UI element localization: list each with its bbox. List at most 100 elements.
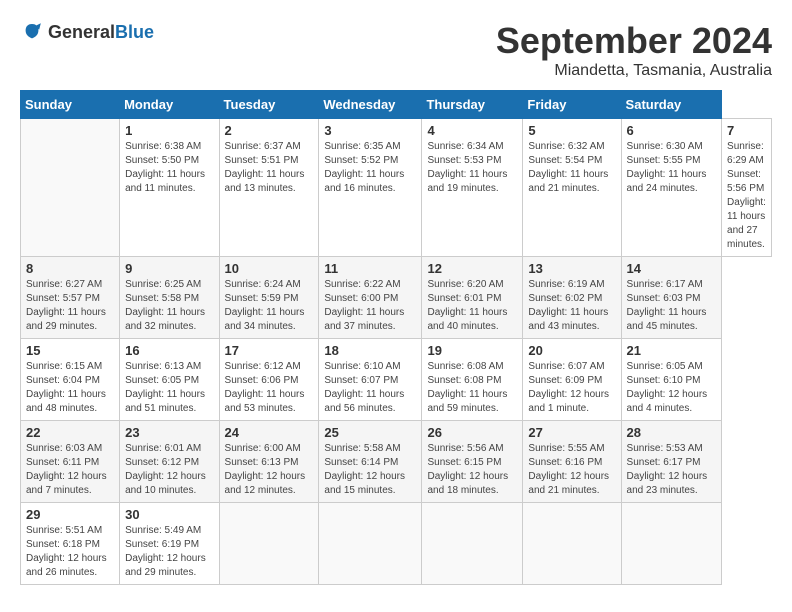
day-number: 2 <box>225 123 314 138</box>
day-info: Sunrise: 6:17 AMSunset: 6:03 PMDaylight:… <box>627 278 716 334</box>
calendar-cell: 2 Sunrise: 6:37 AMSunset: 5:51 PMDaylight… <box>219 119 319 257</box>
day-info: Sunrise: 6:34 AMSunset: 5:53 PMDaylight:… <box>427 140 517 196</box>
day-info: Sunrise: 5:58 AMSunset: 6:14 PMDaylight:… <box>324 442 416 498</box>
day-info: Sunrise: 6:05 AMSunset: 6:10 PMDaylight:… <box>627 360 716 416</box>
calendar-header-row: SundayMondayTuesdayWednesdayThursdayFrid… <box>21 91 772 119</box>
calendar-cell: 6 Sunrise: 6:30 AMSunset: 5:55 PMDaylight… <box>621 119 721 257</box>
calendar-week-row: 22Sunrise: 6:03 AMSunset: 6:11 PMDayligh… <box>21 421 772 503</box>
calendar-cell: 21 Sunrise: 6:05 AMSunset: 6:10 PMDayligh… <box>621 339 721 421</box>
day-info: Sunrise: 6:15 AMSunset: 6:04 PMDaylight:… <box>26 360 114 416</box>
calendar-cell: 17 Sunrise: 6:12 AMSunset: 6:06 PMDayligh… <box>219 339 319 421</box>
title-area: September 2024 Miandetta, Tasmania, Aust… <box>496 20 772 80</box>
day-number: 19 <box>427 343 517 358</box>
calendar-cell: 11Sunrise: 6:22 AMSunset: 6:00 PMDayligh… <box>319 257 422 339</box>
calendar-table: SundayMondayTuesdayWednesdayThursdayFrid… <box>20 90 772 585</box>
day-number: 26 <box>427 425 517 440</box>
calendar-cell: 3 Sunrise: 6:35 AMSunset: 5:52 PMDaylight… <box>319 119 422 257</box>
calendar-cell: 13Sunrise: 6:19 AMSunset: 6:02 PMDayligh… <box>523 257 621 339</box>
calendar-cell: 28 Sunrise: 5:53 AMSunset: 6:17 PMDayligh… <box>621 421 721 503</box>
location-subtitle: Miandetta, Tasmania, Australia <box>496 62 772 80</box>
day-info: Sunrise: 6:30 AMSunset: 5:55 PMDaylight:… <box>627 140 716 196</box>
day-info: Sunrise: 6:20 AMSunset: 6:01 PMDaylight:… <box>427 278 517 334</box>
day-info: Sunrise: 6:25 AMSunset: 5:58 PMDaylight:… <box>125 278 213 334</box>
day-number: 14 <box>627 261 716 276</box>
day-info: Sunrise: 6:32 AMSunset: 5:54 PMDaylight:… <box>528 140 615 196</box>
day-info: Sunrise: 6:35 AMSunset: 5:52 PMDaylight:… <box>324 140 416 196</box>
day-info: Sunrise: 6:37 AMSunset: 5:51 PMDaylight:… <box>225 140 314 196</box>
header-thursday: Thursday <box>422 91 523 119</box>
calendar-week-row: 8 Sunrise: 6:27 AMSunset: 5:57 PMDaylight… <box>21 257 772 339</box>
day-number: 3 <box>324 123 416 138</box>
day-number: 4 <box>427 123 517 138</box>
calendar-cell: 23 Sunrise: 6:01 AMSunset: 6:12 PMDayligh… <box>120 421 219 503</box>
day-number: 5 <box>528 123 615 138</box>
header-monday: Monday <box>120 91 219 119</box>
calendar-cell: 16Sunrise: 6:13 AMSunset: 6:05 PMDayligh… <box>120 339 219 421</box>
day-number: 22 <box>26 425 114 440</box>
day-info: Sunrise: 6:12 AMSunset: 6:06 PMDaylight:… <box>225 360 314 416</box>
day-info: Sunrise: 6:08 AMSunset: 6:08 PMDaylight:… <box>427 360 517 416</box>
calendar-cell: 25Sunrise: 5:58 AMSunset: 6:14 PMDayligh… <box>319 421 422 503</box>
day-number: 24 <box>225 425 314 440</box>
logo: GeneralBlue <box>20 20 154 44</box>
calendar-cell: 7 Sunrise: 6:29 AMSunset: 5:56 PMDaylight… <box>722 119 772 257</box>
calendar-cell <box>523 503 621 585</box>
calendar-cell: 24 Sunrise: 6:00 AMSunset: 6:13 PMDayligh… <box>219 421 319 503</box>
day-info: Sunrise: 6:00 AMSunset: 6:13 PMDaylight:… <box>225 442 314 498</box>
calendar-cell: 20 Sunrise: 6:07 AMSunset: 6:09 PMDayligh… <box>523 339 621 421</box>
calendar-cell: 22Sunrise: 6:03 AMSunset: 6:11 PMDayligh… <box>21 421 120 503</box>
day-number: 30 <box>125 507 213 522</box>
day-info: Sunrise: 6:13 AMSunset: 6:05 PMDaylight:… <box>125 360 213 416</box>
calendar-week-row: 15Sunrise: 6:15 AMSunset: 6:04 PMDayligh… <box>21 339 772 421</box>
calendar-cell <box>21 119 120 257</box>
day-number: 10 <box>225 261 314 276</box>
day-info: Sunrise: 5:53 AMSunset: 6:17 PMDaylight:… <box>627 442 716 498</box>
day-info: Sunrise: 6:29 AMSunset: 5:56 PMDaylight:… <box>727 140 766 252</box>
day-number: 28 <box>627 425 716 440</box>
month-year-title: September 2024 <box>496 20 772 62</box>
day-number: 9 <box>125 261 213 276</box>
day-number: 18 <box>324 343 416 358</box>
calendar-cell: 27 Sunrise: 5:55 AMSunset: 6:16 PMDayligh… <box>523 421 621 503</box>
day-info: Sunrise: 6:24 AMSunset: 5:59 PMDaylight:… <box>225 278 314 334</box>
calendar-cell: 9 Sunrise: 6:25 AMSunset: 5:58 PMDaylight… <box>120 257 219 339</box>
day-number: 29 <box>26 507 114 522</box>
day-number: 17 <box>225 343 314 358</box>
calendar-cell: 14 Sunrise: 6:17 AMSunset: 6:03 PMDayligh… <box>621 257 721 339</box>
day-info: Sunrise: 6:27 AMSunset: 5:57 PMDaylight:… <box>26 278 114 334</box>
day-number: 1 <box>125 123 213 138</box>
header: GeneralBlue September 2024 Miandetta, Ta… <box>20 20 772 80</box>
day-info: Sunrise: 6:01 AMSunset: 6:12 PMDaylight:… <box>125 442 213 498</box>
day-number: 21 <box>627 343 716 358</box>
calendar-cell: 1Sunrise: 6:38 AMSunset: 5:50 PMDaylight… <box>120 119 219 257</box>
day-number: 11 <box>324 261 416 276</box>
header-tuesday: Tuesday <box>219 91 319 119</box>
day-info: Sunrise: 5:55 AMSunset: 6:16 PMDaylight:… <box>528 442 615 498</box>
day-number: 23 <box>125 425 213 440</box>
day-number: 6 <box>627 123 716 138</box>
header-friday: Friday <box>523 91 621 119</box>
header-wednesday: Wednesday <box>319 91 422 119</box>
day-info: Sunrise: 5:49 AMSunset: 6:19 PMDaylight:… <box>125 524 213 580</box>
calendar-cell: 4 Sunrise: 6:34 AMSunset: 5:53 PMDaylight… <box>422 119 523 257</box>
day-number: 7 <box>727 123 766 138</box>
logo-icon <box>20 20 44 44</box>
day-number: 12 <box>427 261 517 276</box>
calendar-week-row: 29Sunrise: 5:51 AMSunset: 6:18 PMDayligh… <box>21 503 772 585</box>
calendar-cell <box>219 503 319 585</box>
day-info: Sunrise: 6:10 AMSunset: 6:07 PMDaylight:… <box>324 360 416 416</box>
day-info: Sunrise: 5:56 AMSunset: 6:15 PMDaylight:… <box>427 442 517 498</box>
calendar-cell: 12 Sunrise: 6:20 AMSunset: 6:01 PMDayligh… <box>422 257 523 339</box>
day-number: 13 <box>528 261 615 276</box>
day-number: 8 <box>26 261 114 276</box>
day-number: 20 <box>528 343 615 358</box>
calendar-cell: 15Sunrise: 6:15 AMSunset: 6:04 PMDayligh… <box>21 339 120 421</box>
day-info: Sunrise: 6:07 AMSunset: 6:09 PMDaylight:… <box>528 360 615 416</box>
calendar-cell: 29Sunrise: 5:51 AMSunset: 6:18 PMDayligh… <box>21 503 120 585</box>
calendar-cell: 30 Sunrise: 5:49 AMSunset: 6:19 PMDayligh… <box>120 503 219 585</box>
calendar-cell: 19 Sunrise: 6:08 AMSunset: 6:08 PMDayligh… <box>422 339 523 421</box>
calendar-cell: 8 Sunrise: 6:27 AMSunset: 5:57 PMDaylight… <box>21 257 120 339</box>
calendar-cell <box>621 503 721 585</box>
day-number: 27 <box>528 425 615 440</box>
calendar-week-row: 1Sunrise: 6:38 AMSunset: 5:50 PMDaylight… <box>21 119 772 257</box>
